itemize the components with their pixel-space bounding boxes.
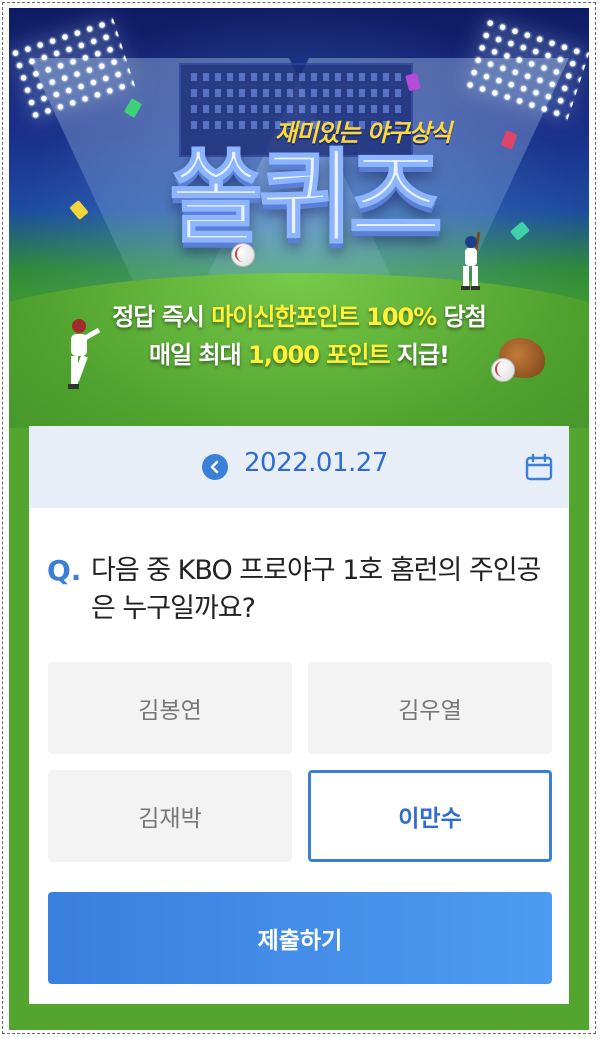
date-bar: 2022.01.27 [29,426,569,508]
answer-option[interactable]: 김우열 [308,662,552,754]
submit-button[interactable]: 제출하기 [48,892,552,984]
answer-option[interactable]: 김재박 [48,770,292,862]
tagline-text: 정답 즉시 [112,303,212,331]
calendar-icon [525,453,553,481]
promo-banner: 재미있는 야구상식 쏠퀴즈 정답 즉시 마이신한포인트 100% 당첨 매일 최… [9,8,589,428]
answer-option-selected[interactable]: 이만수 [308,770,552,862]
quiz-app: 재미있는 야구상식 쏠퀴즈 정답 즉시 마이신한포인트 100% 당첨 매일 최… [9,8,589,1030]
tagline-text: 당첨 [436,303,487,331]
calendar-button[interactable] [524,452,554,482]
tagline-text: 지급! [389,341,450,369]
quiz-card: 2022.01.27 Q. 다음 중 KBO 프로야구 1호 홈런의 주인공은 … [29,426,569,1004]
tagline-text: 매일 최대 [148,341,249,369]
question-text: 다음 중 KBO 프로야구 1호 홈런의 주인공은 누구일까요? [91,555,541,624]
quiz-date: 2022.01.27 [244,448,388,478]
tagline-line-2: 매일 최대 1,000 포인트 지급! [9,335,589,370]
chevron-left-icon [210,460,219,474]
tagline-highlight: 마이신한포인트 100% [211,303,437,331]
quiz-logo: 쏠퀴즈 [168,138,444,259]
tagline-highlight: 1,000 포인트 [248,341,391,369]
tagline-line-1: 정답 즉시 마이신한포인트 100% 당첨 [9,297,589,332]
baseball-graphic [231,243,255,267]
question-mark-label: Q. [47,554,82,587]
answer-option[interactable]: 김봉연 [48,662,292,754]
batter-illustration [461,231,481,290]
previous-date-button[interactable] [202,454,228,480]
